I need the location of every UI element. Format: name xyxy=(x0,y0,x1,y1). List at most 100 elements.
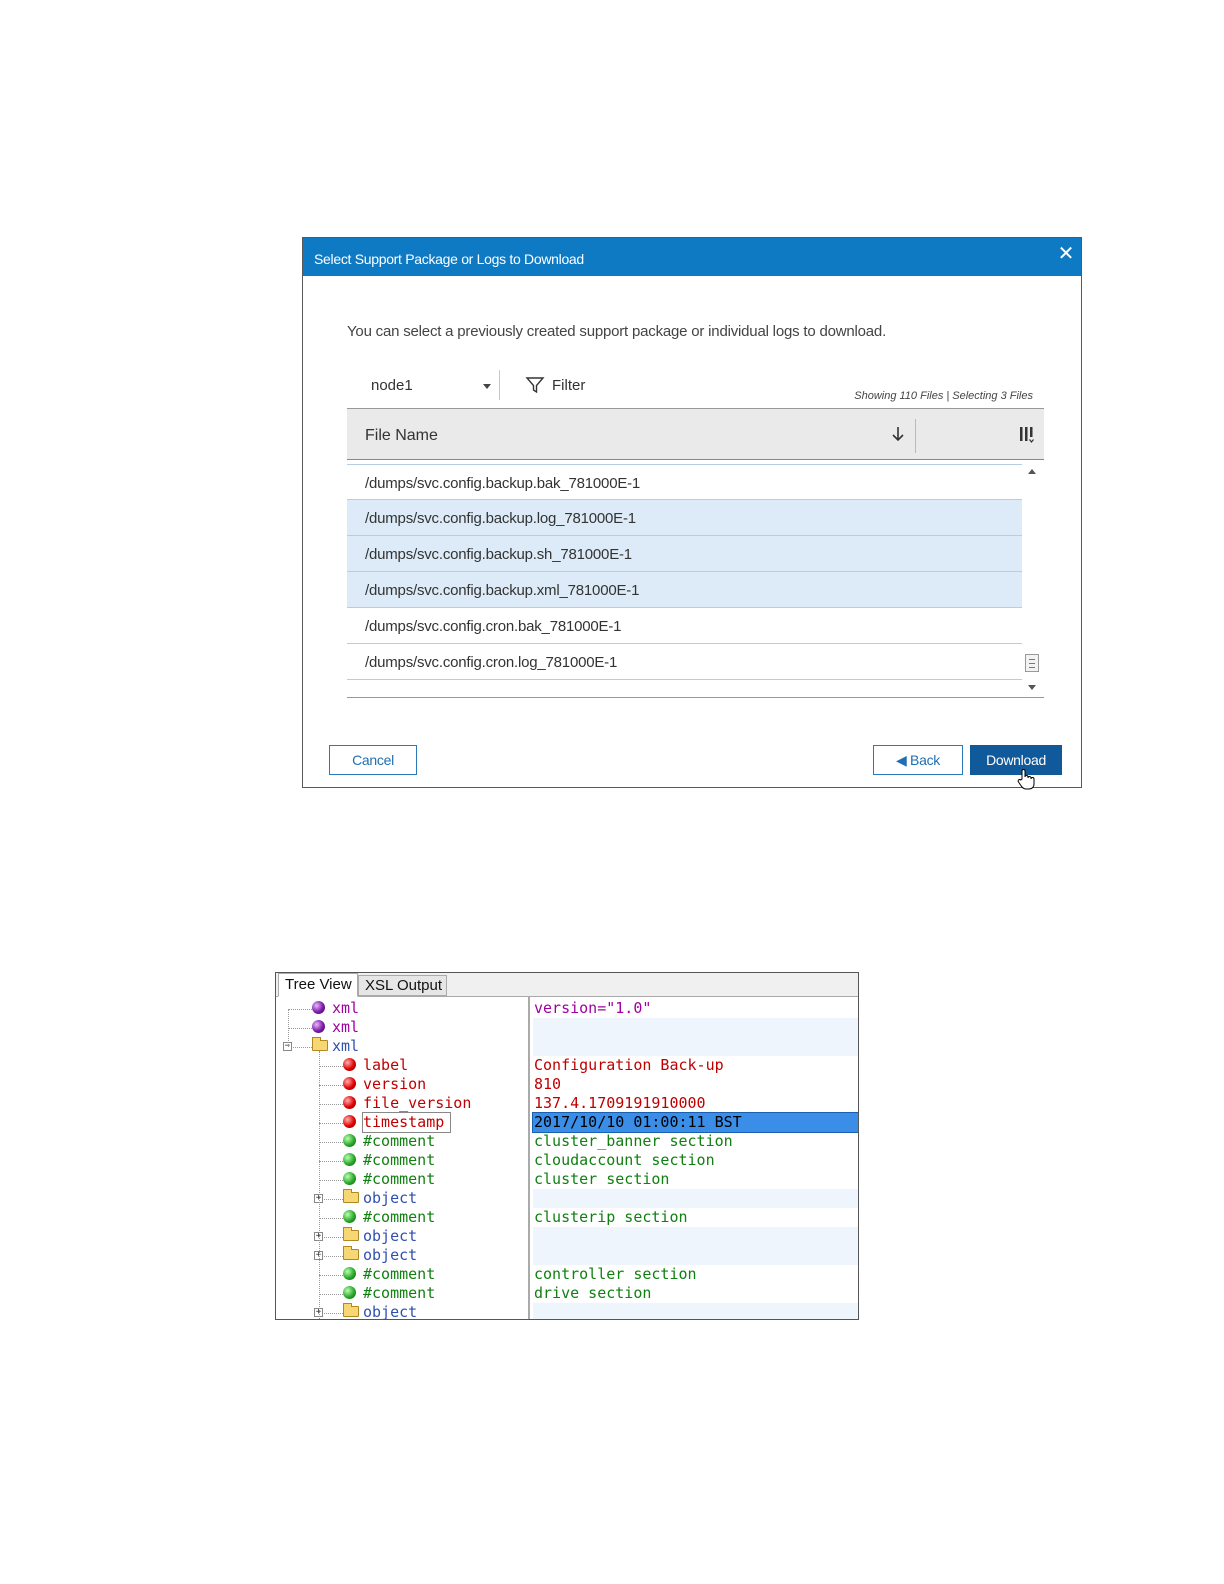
tree-node-value[interactable] xyxy=(533,1246,858,1265)
comment-icon xyxy=(343,1210,356,1223)
tree-node-value[interactable]: 2017/10/10 01:00:11 BST xyxy=(532,1112,858,1133)
columns-config-icon[interactable] xyxy=(1019,426,1039,444)
tree-node[interactable]: label Configuration Back-up xyxy=(276,1056,858,1075)
tree-node-value[interactable]: 810 xyxy=(533,1075,858,1094)
tree-node-label[interactable]: #comment xyxy=(363,1170,435,1189)
tree-node-value[interactable]: cluster section xyxy=(533,1170,858,1189)
pane-splitter[interactable] xyxy=(528,996,530,1319)
tree-connector xyxy=(319,1142,343,1143)
tab-xsl-output[interactable]: XSL Output xyxy=(358,975,447,996)
tree-node-label[interactable]: object xyxy=(363,1303,417,1319)
element-icon xyxy=(343,1096,356,1109)
column-header-file-name[interactable]: File Name xyxy=(365,427,438,445)
back-button[interactable]: ◀ Back xyxy=(873,745,963,775)
tree-node[interactable]: #comment controller section xyxy=(276,1265,858,1284)
tree-node-value[interactable]: cloudaccount section xyxy=(533,1151,858,1170)
tree-connector xyxy=(319,1066,343,1067)
scroll-up-icon[interactable] xyxy=(1028,469,1036,474)
comment-icon xyxy=(343,1153,356,1166)
node-select[interactable]: node1 xyxy=(363,374,493,398)
tree-node-value[interactable] xyxy=(533,1227,858,1246)
tree-node-label[interactable]: #comment xyxy=(363,1284,435,1303)
tree-node-label[interactable]: #comment xyxy=(363,1151,435,1170)
tree-node-value[interactable] xyxy=(533,1189,858,1208)
tree-node-label[interactable]: xml xyxy=(332,1018,359,1037)
tree-node-label[interactable]: label xyxy=(363,1056,408,1075)
chevron-down-icon xyxy=(483,384,491,389)
tree-node[interactable]: timestamp 2017/10/10 01:00:11 BST xyxy=(276,1112,858,1133)
table-row[interactable]: /dumps/svc.config.backup.xml_781000E-1 xyxy=(347,572,1022,608)
tree-node-value[interactable]: cluster_banner section xyxy=(533,1132,858,1151)
tree-node-label[interactable]: #comment xyxy=(363,1132,435,1151)
tree-node-label[interactable]: #comment xyxy=(363,1208,435,1227)
comment-icon xyxy=(343,1286,356,1299)
file-list: /dumps/svc.config.backup.bak_781000E-1/d… xyxy=(347,464,1022,680)
download-button[interactable]: Download xyxy=(970,745,1062,775)
tree-node-label[interactable]: object xyxy=(363,1189,417,1208)
tree-node[interactable]: file_version 137.4.1709191910000 xyxy=(276,1094,858,1113)
tree-node-label[interactable]: version xyxy=(363,1075,426,1094)
element-icon xyxy=(343,1115,356,1128)
tree-node-value[interactable] xyxy=(533,1018,858,1037)
tree-connector xyxy=(319,1104,343,1105)
tree-node[interactable]: #comment cloudaccount section xyxy=(276,1151,858,1170)
folder-icon xyxy=(343,1189,359,1203)
table-row[interactable]: /dumps/svc.config.backup.log_781000E-1 xyxy=(347,500,1022,536)
tree-node[interactable]: + object xyxy=(276,1227,858,1246)
processing-instruction-icon xyxy=(312,1001,325,1014)
toolbar-divider xyxy=(499,370,500,400)
tree-node-value[interactable]: Configuration Back-up xyxy=(533,1056,858,1075)
tree-connector xyxy=(288,1028,312,1029)
tree-node[interactable]: #comment drive section xyxy=(276,1284,858,1303)
node-select-value: node1 xyxy=(371,377,413,394)
table-row[interactable]: /dumps/svc.config.cron.bak_781000E-1 xyxy=(347,608,1022,644)
sort-descending-icon[interactable] xyxy=(891,426,905,442)
tree-node-label[interactable]: file_version xyxy=(363,1094,471,1113)
table-row[interactable]: /dumps/svc.config.cron.log_781000E-1 xyxy=(347,644,1022,680)
tree-node-value[interactable]: drive section xyxy=(533,1284,858,1303)
tree-node-value[interactable] xyxy=(533,1037,858,1056)
tree-node-value[interactable]: version="1.0" xyxy=(533,999,858,1018)
tree-node[interactable]: + object xyxy=(276,1303,858,1319)
tree-connector xyxy=(319,1218,343,1219)
file-name-cell: /dumps/svc.config.backup.bak_781000E-1 xyxy=(365,475,641,492)
processing-instruction-icon xyxy=(312,1020,325,1033)
tab-tree-view[interactable]: Tree View xyxy=(278,973,358,997)
tree-node-label[interactable]: object xyxy=(363,1246,417,1265)
table-row[interactable]: /dumps/svc.config.backup.sh_781000E-1 xyxy=(347,536,1022,572)
scrollbar-thumb[interactable] xyxy=(1025,654,1039,672)
tree-connector xyxy=(319,1085,343,1086)
scrollbar[interactable] xyxy=(1023,464,1042,696)
tree-node[interactable]: version 810 xyxy=(276,1075,858,1094)
comment-icon xyxy=(343,1267,356,1280)
tree-node[interactable]: + object xyxy=(276,1246,858,1265)
table-row[interactable]: /dumps/svc.config.backup.bak_781000E-1 xyxy=(347,464,1022,500)
tree-node[interactable]: #comment clusterip section xyxy=(276,1208,858,1227)
tree-node[interactable]: #comment cluster_banner section xyxy=(276,1132,858,1151)
tree-node[interactable]: + object xyxy=(276,1189,858,1208)
tree-node-label[interactable]: #comment xyxy=(363,1265,435,1284)
tree-connector xyxy=(319,1275,343,1276)
tree-node-value[interactable] xyxy=(533,1303,858,1319)
column-separator xyxy=(915,419,916,453)
tree-connector xyxy=(319,1161,343,1162)
dialog-description: You can select a previously created supp… xyxy=(347,323,887,340)
tree-connector xyxy=(319,1051,320,1319)
cancel-button[interactable]: Cancel xyxy=(329,745,417,775)
tree-node[interactable]: − xml xyxy=(276,1037,858,1056)
tree-node-label[interactable]: timestamp xyxy=(361,1112,452,1133)
tree-node-value[interactable]: clusterip section xyxy=(533,1208,858,1227)
tree-node-value[interactable]: controller section xyxy=(533,1265,858,1284)
tree-connector xyxy=(288,1009,312,1010)
tree-node[interactable]: #comment cluster section xyxy=(276,1170,858,1189)
tree-node-label[interactable]: xml xyxy=(332,1037,359,1056)
tree-node[interactable]: xml version="1.0" xyxy=(276,999,858,1018)
table-header: File Name xyxy=(347,408,1044,460)
dialog-title: Select Support Package or Logs to Downlo… xyxy=(314,251,584,267)
close-icon[interactable]: ✕ xyxy=(1057,244,1075,264)
tree-node-value[interactable]: 137.4.1709191910000 xyxy=(533,1094,858,1113)
tree-node-label[interactable]: object xyxy=(363,1227,417,1246)
tree-node[interactable]: xml xyxy=(276,1018,858,1037)
tree-node-label[interactable]: xml xyxy=(332,999,359,1018)
scroll-down-icon[interactable] xyxy=(1028,685,1036,690)
